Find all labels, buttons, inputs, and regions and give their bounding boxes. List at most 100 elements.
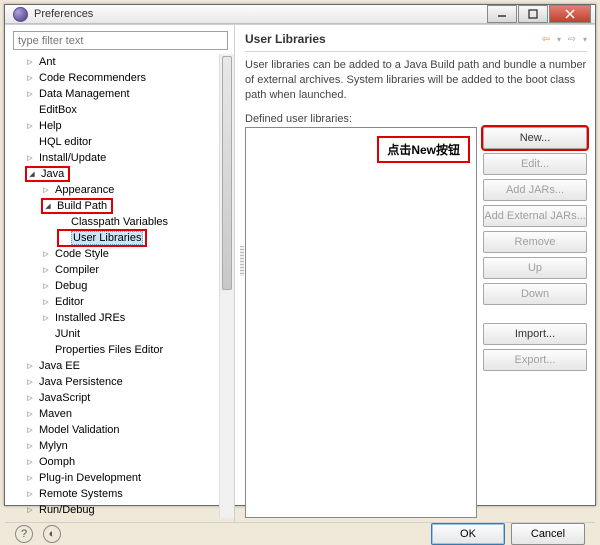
tree-node-build-path[interactable]: Build Path [9,198,218,214]
new-button[interactable]: New... [483,127,587,149]
tree-node-javascript[interactable]: JavaScript [9,390,218,406]
tree-node-code-style[interactable]: Code Style [9,246,218,262]
tree-node-compiler[interactable]: Compiler [9,262,218,278]
tree-node-model-validation[interactable]: Model Validation [9,422,218,438]
tree-node-code-recommenders[interactable]: Code Recommenders [9,70,218,86]
forward-icon[interactable]: ⇨ [563,31,581,47]
tree-node-editbox[interactable]: EditBox [9,102,218,118]
tree-node-installed-jres[interactable]: Installed JREs [9,310,218,326]
twisty-icon[interactable] [25,425,35,435]
twisty-icon[interactable] [41,265,51,275]
tree-node-label: EditBox [37,104,79,116]
tree-scrollbar[interactable] [219,54,234,518]
twisty-icon[interactable] [25,473,35,483]
twisty-icon[interactable] [25,457,35,467]
up-button[interactable]: Up [483,257,587,279]
apply-status-icon[interactable]: ◐ [43,525,61,543]
tree-node-classpath-variables[interactable]: Classpath Variables [9,214,218,230]
defined-libraries-label: Defined user libraries: [245,113,587,125]
tree-node-label: Oomph [37,456,77,468]
tree-node-install-update[interactable]: Install/Update [9,150,218,166]
twisty-icon[interactable] [25,441,35,451]
twisty-icon[interactable] [25,505,35,515]
window-title: Preferences [34,8,486,20]
twisty-icon[interactable] [25,409,35,419]
tree-node-java[interactable]: Java [9,166,218,182]
tree-node-data-management[interactable]: Data Management [9,86,218,102]
twisty-icon[interactable] [41,297,51,307]
twisty-icon[interactable] [43,201,53,211]
tree-node-label: Plug-in Development [37,472,143,484]
down-button[interactable]: Down [483,283,587,305]
twisty-icon[interactable] [25,489,35,499]
tree-node-label: Code Style [53,248,111,260]
close-button[interactable] [549,5,591,23]
maximize-button[interactable] [518,5,548,23]
twisty-icon[interactable] [25,393,35,403]
tree-node-label: Maven [37,408,74,420]
tree-node-help[interactable]: Help [9,118,218,134]
tree-node-label: Remote Systems [37,488,125,500]
twisty-icon[interactable] [41,313,51,323]
tree-node-remote-systems[interactable]: Remote Systems [9,486,218,502]
twisty-icon[interactable] [41,249,51,259]
tree-node-label: Java [39,168,66,180]
minimize-button[interactable] [487,5,517,23]
edit-button[interactable]: Edit... [483,153,587,175]
tree-node-label: Java EE [37,360,82,372]
tree-node-ant[interactable]: Ant [9,54,218,70]
preferences-window: Preferences AntCode RecommendersData Man… [4,4,596,506]
twisty-icon[interactable] [41,185,51,195]
filter-input[interactable] [13,31,228,50]
right-pane: User Libraries ⇦ ▾ ⇨ ▾ User libraries ca… [235,25,595,522]
pane-splitter[interactable] [239,61,245,461]
add-jars-button[interactable]: Add JARs... [483,179,587,201]
tree-node-label: Properties Files Editor [53,344,165,356]
category-tree[interactable]: AntCode RecommendersData Management EditB… [9,54,234,518]
annotation-highlight: Build Path [41,198,113,214]
annotation-highlight: Java [25,166,70,182]
tree-node-mylyn[interactable]: Mylyn [9,438,218,454]
tree-node-maven[interactable]: Maven [9,406,218,422]
twisty-icon[interactable] [25,73,35,83]
tree-node-hql-editor[interactable]: HQL editor [9,134,218,150]
tree-node-java-persistence[interactable]: Java Persistence [9,374,218,390]
tree-node-java-ee[interactable]: Java EE [9,358,218,374]
twisty-icon[interactable] [25,377,35,387]
annotation-callout: 点击New按钮 [377,136,470,163]
twisty-icon[interactable] [25,361,35,371]
twisty-icon [41,329,51,339]
twisty-icon [41,345,51,355]
tree-node-user-libraries[interactable]: User Libraries [9,230,218,246]
twisty-icon[interactable] [25,89,35,99]
tree-node-debug[interactable]: Debug [9,278,218,294]
twisty-icon[interactable] [27,169,37,179]
twisty-icon[interactable] [25,121,35,131]
twisty-icon [57,217,67,227]
twisty-icon[interactable] [25,153,35,163]
tree-node-appearance[interactable]: Appearance [9,182,218,198]
add-external-jars-button[interactable]: Add External JARs... [483,205,587,227]
remove-button[interactable]: Remove [483,231,587,253]
titlebar[interactable]: Preferences [5,5,595,24]
tree-node-label: Mylyn [37,440,70,452]
cancel-button[interactable]: Cancel [511,523,585,545]
twisty-icon [25,137,35,147]
help-icon[interactable]: ? [15,525,33,543]
import-button[interactable]: Import... [483,323,587,345]
tree-node-run-debug[interactable]: Run/Debug [9,502,218,518]
export-button[interactable]: Export... [483,349,587,371]
tree-node-oomph[interactable]: Oomph [9,454,218,470]
twisty-icon[interactable] [41,281,51,291]
back-icon[interactable]: ⇦ [537,31,555,47]
ok-button[interactable]: OK [431,523,505,545]
tree-node-plug-in-development[interactable]: Plug-in Development [9,470,218,486]
twisty-icon[interactable] [25,57,35,67]
tree-node-junit[interactable]: JUnit [9,326,218,342]
tree-node-label: JavaScript [37,392,92,404]
twisty-icon [25,105,35,115]
tree-node-label: Build Path [55,200,109,212]
tree-node-properties-files-editor[interactable]: Properties Files Editor [9,342,218,358]
defined-libraries-list[interactable]: 点击New按钮 [245,127,477,518]
tree-node-editor[interactable]: Editor [9,294,218,310]
